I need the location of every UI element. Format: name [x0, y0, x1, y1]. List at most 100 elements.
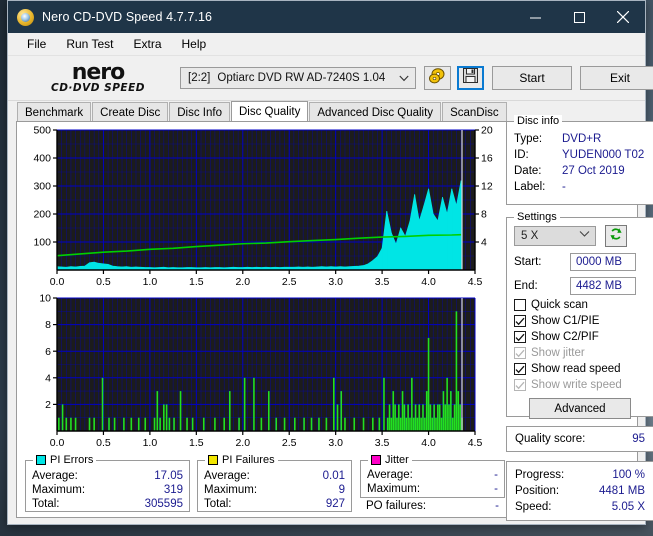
- checkbox-show-read-speed[interactable]: Show read speed: [514, 363, 653, 375]
- checkbox-icon: [514, 299, 526, 311]
- save-button[interactable]: [457, 66, 484, 90]
- tab-disc-quality[interactable]: Disc Quality: [231, 101, 309, 122]
- disc-info-label-row: Label: -: [507, 179, 653, 195]
- progress-row: Progress: 100 %: [507, 467, 653, 483]
- progress-box: Progress: 100 % Position: 4481 MB Speed:…: [506, 461, 653, 521]
- pi-failures-total-value: 927: [325, 498, 345, 510]
- svg-text:3.5: 3.5: [375, 276, 390, 288]
- jitter-stats-box: Jitter Average: - Maximum: -: [360, 454, 505, 498]
- checkbox-checked-disabled-icon: [514, 379, 526, 391]
- nero-app-icon: [17, 8, 34, 26]
- end-field-label: End:: [514, 280, 538, 292]
- right-panel: Disc info Type: DVD+R ID: YUDEN000 T02 D…: [506, 115, 653, 521]
- checkbox-checked-icon: [514, 363, 526, 375]
- checkbox-show-c1-pie[interactable]: Show C1/PIE: [514, 315, 653, 327]
- start-button[interactable]: Start: [492, 66, 572, 90]
- svg-text:1.0: 1.0: [143, 276, 158, 288]
- po-failures-value: -: [495, 500, 499, 512]
- progress-key: Progress:: [515, 469, 565, 481]
- tab-disc-info[interactable]: Disc Info: [169, 102, 230, 122]
- menu-item-extra[interactable]: Extra: [124, 35, 170, 53]
- menu-item-file[interactable]: File: [18, 35, 55, 53]
- exit-button[interactable]: Exit: [580, 66, 653, 90]
- checkbox-show-write-speed-label: Show write speed: [531, 379, 622, 391]
- end-input[interactable]: 4482 MB: [570, 277, 636, 295]
- svg-text:3.0: 3.0: [328, 437, 343, 449]
- disc-date-key: Date:: [514, 165, 542, 177]
- tab-create-disc[interactable]: Create Disc: [92, 102, 169, 122]
- jitter-average-key: Average:: [367, 469, 413, 481]
- svg-text:6: 6: [45, 346, 51, 358]
- disc-label-key: Label:: [514, 181, 546, 193]
- svg-text:0.5: 0.5: [96, 437, 111, 449]
- disc-type-value: DVD+R: [562, 133, 602, 145]
- checkbox-show-c2-pif[interactable]: Show C2/PIF: [514, 331, 653, 343]
- pi-errors-stats-title: PI Errors: [33, 454, 97, 466]
- svg-text:0.0: 0.0: [50, 437, 65, 449]
- refresh-button[interactable]: [605, 225, 627, 247]
- pi-failures-maximum-key: Maximum:: [204, 484, 258, 496]
- menu-item-help[interactable]: Help: [173, 35, 216, 53]
- nero-logo: nero CD·DVD SPEED: [22, 58, 174, 98]
- nero-disc-button[interactable]: [424, 66, 451, 90]
- svg-text:0.0: 0.0: [50, 276, 65, 288]
- advanced-button[interactable]: Advanced: [529, 398, 631, 419]
- tab-benchmark[interactable]: Benchmark: [17, 102, 92, 122]
- jitter-maximum-key: Maximum:: [367, 483, 421, 495]
- pi-errors-total-row: Total: 305595: [32, 498, 183, 510]
- drive-selector[interactable]: [2:2] Optiarc DVD RW AD-7240S 1.04: [180, 67, 416, 89]
- svg-text:3.5: 3.5: [375, 437, 390, 449]
- pi-errors-total-value: 305595: [144, 498, 183, 510]
- minimize-icon[interactable]: [513, 1, 557, 33]
- pi-failures-chart: 2 4 6 8 10 0.0 0.5 1.0 1.5 2.0 2.5 3.0 3.5 4.0 4.5: [17, 290, 507, 456]
- svg-text:1.0: 1.0: [143, 437, 158, 449]
- pi-errors-maximum-key: Maximum:: [32, 484, 86, 496]
- speed-value: 5.05 X: [611, 501, 645, 513]
- start-input[interactable]: 0000 MB: [570, 253, 636, 271]
- svg-text:0.5: 0.5: [96, 276, 111, 288]
- pi-errors-average-row: Average: 17.05: [32, 470, 183, 482]
- menu-item-run-test[interactable]: Run Test: [57, 35, 122, 53]
- pi-errors-total-key: Total:: [32, 498, 60, 510]
- svg-text:100: 100: [33, 237, 51, 249]
- pi-failures-average-value: 0.01: [322, 470, 345, 482]
- pi-failures-label: PI Failures: [222, 454, 275, 466]
- pi-errors-chart: 100 200 300 400 500 4 8 12 16 20 0.0 0.5 1.0 1.5 2.0 2.…: [17, 122, 507, 294]
- po-failures-key: PO failures:: [366, 500, 427, 512]
- svg-text:1.5: 1.5: [189, 437, 204, 449]
- tab-scandisc[interactable]: ScanDisc: [442, 102, 507, 122]
- svg-text:4.5: 4.5: [468, 276, 483, 288]
- maximize-icon[interactable]: [557, 1, 601, 33]
- checkbox-checked-disabled-icon: [514, 347, 526, 359]
- checkbox-show-c2-pif-label: Show C2/PIF: [531, 331, 599, 343]
- pi-failures-average-key: Average:: [204, 470, 250, 482]
- disc-label-value: -: [562, 181, 566, 193]
- jitter-average-value: -: [494, 469, 498, 481]
- speed-key: Speed:: [515, 501, 552, 513]
- svg-text:4.0: 4.0: [421, 276, 436, 288]
- quality-score-box: Quality score: 95: [506, 426, 653, 452]
- close-icon[interactable]: [601, 1, 645, 33]
- jitter-color-swatch: [371, 455, 381, 465]
- jitter-maximum-value: -: [494, 483, 498, 495]
- speed-select[interactable]: 5 X: [514, 226, 596, 246]
- tab-advanced-disc-quality[interactable]: Advanced Disc Quality: [309, 102, 442, 122]
- svg-text:8: 8: [481, 209, 487, 221]
- chevron-down-icon[interactable]: [399, 68, 409, 88]
- pi-errors-chart-canvas: 100 200 300 400 500 4 8 12 16 20 0.0 0.5 1.0 1.5 2.0 2.…: [33, 125, 492, 288]
- disc-info-box: Disc info Type: DVD+R ID: YUDEN000 T02 D…: [506, 115, 653, 205]
- svg-text:3.0: 3.0: [328, 276, 343, 288]
- checkbox-checked-icon: [514, 315, 526, 327]
- settings-title: Settings: [514, 211, 560, 223]
- toolbar: nero CD·DVD SPEED [2:2] Optiarc DVD RW A…: [8, 56, 653, 101]
- pi-failures-color-swatch: [208, 455, 218, 465]
- progress-value: 100 %: [612, 469, 645, 481]
- jitter-label: Jitter: [385, 454, 409, 466]
- disc-info-title: Disc info: [514, 115, 563, 127]
- chevron-down-icon[interactable]: [579, 229, 590, 241]
- pi-failures-stats-box: PI Failures Average: 0.01 Maximum: 9 Tot…: [197, 454, 352, 512]
- checkbox-quick-scan[interactable]: Quick scan: [514, 299, 653, 311]
- pi-errors-maximum-value: 319: [163, 484, 183, 496]
- checkbox-checked-icon: [514, 331, 526, 343]
- drive-number: [2:2]: [188, 72, 211, 84]
